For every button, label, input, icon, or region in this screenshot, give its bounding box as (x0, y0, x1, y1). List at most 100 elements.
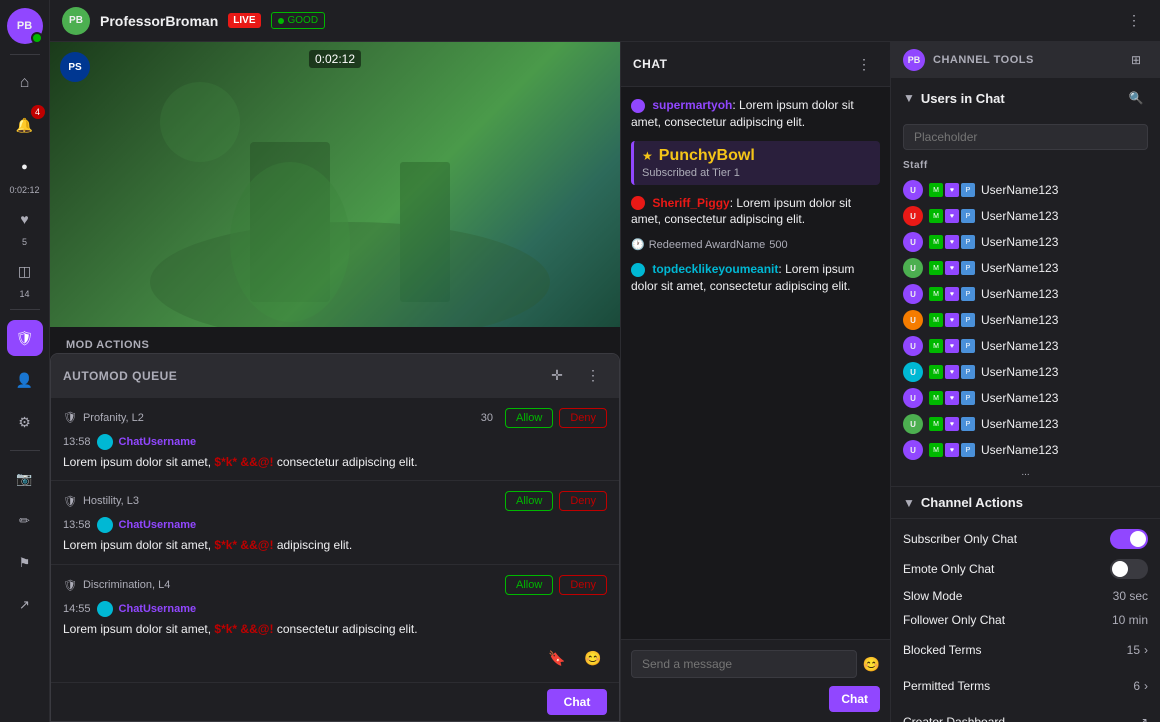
automod-item-2: 🛡 Hostility, L3 Allow Deny 13:58 Chat (51, 481, 619, 565)
prime-badge-9: P (961, 417, 975, 431)
users-collapse-icon[interactable]: ▼ (903, 91, 915, 105)
sub-username[interactable]: PunchyBowl (659, 147, 755, 165)
users-search-icon[interactable]: 🔍 (1124, 86, 1148, 110)
home-icon[interactable]: ⌂ (7, 65, 43, 101)
user-list-item[interactable]: U M ♥ P UserName123 (891, 229, 1160, 255)
user-list-item[interactable]: U M ♥ P UserName123 (891, 411, 1160, 437)
automod-avatar-3 (97, 601, 113, 617)
following-icon[interactable]: ♥ (7, 201, 43, 237)
allow-btn-2[interactable]: Allow (505, 491, 553, 511)
automod-user-2[interactable]: ChatUsername (119, 519, 197, 531)
user-list-item[interactable]: U M ♥ P UserName123 (891, 177, 1160, 203)
chat-messages: supermartyoh: Lorem ipsum dolor sit amet… (621, 87, 890, 639)
bell-icon[interactable]: 🔔 4 (7, 107, 43, 143)
user-list-item[interactable]: U M ♥ P UserName123 (891, 255, 1160, 281)
toggle-0[interactable] (1110, 529, 1148, 549)
camera-icon[interactable]: 📷 (7, 461, 43, 497)
notif-badge: 4 (31, 105, 45, 119)
quality-badge: GOOD (271, 12, 326, 29)
prime-badge-1: P (961, 209, 975, 223)
automod-header: AUTOMOD QUEUE ✛ ⋮ (51, 354, 619, 398)
toggle-1[interactable] (1110, 559, 1148, 579)
user-badges-0: M ♥ P (929, 183, 975, 197)
users-section-title: Users in Chat (921, 91, 1005, 106)
mod-badge-3: M (929, 261, 943, 275)
chat-header: CHAT ⋮ (621, 42, 890, 87)
top-bar: PB ProfessorBroman LIVE GOOD ⋮ (50, 0, 1160, 42)
shield-icon-3: 🛡 (63, 579, 77, 592)
creator-dashboard-link[interactable]: Creator Dashboard ↗ (903, 709, 1148, 722)
clips-icon[interactable]: ⚑ (7, 545, 43, 581)
mod-badge-8: M (929, 391, 943, 405)
user-name-2: UserName123 (981, 235, 1058, 249)
sub-desc: Subscribed at Tier 1 (642, 167, 872, 179)
prime-badge-6: P (961, 339, 975, 353)
sub-badge-0: ♥ (945, 183, 959, 197)
automod-more-icon[interactable]: ⋮ (579, 362, 607, 390)
allow-btn-1[interactable]: Allow (505, 408, 553, 428)
allow-btn-3[interactable]: Allow (505, 575, 553, 595)
chat-input[interactable] (631, 650, 857, 678)
user-badges-3: M ♥ P (929, 261, 975, 275)
automod-user-1[interactable]: ChatUsername (119, 436, 197, 448)
deny-btn-1[interactable]: Deny (559, 408, 607, 428)
automod-move-icon[interactable]: ✛ (543, 362, 571, 390)
chat-username-1[interactable]: supermartyoh (652, 98, 732, 112)
toggle-label-0: Subscriber Only Chat (903, 532, 1017, 546)
automod-item-3-header: 🛡 Discrimination, L4 Allow Deny (63, 575, 607, 595)
user-name-1: UserName123 (981, 209, 1058, 223)
automod-user-3[interactable]: ChatUsername (119, 603, 197, 615)
game-scene (50, 42, 620, 327)
left-content: PS 0:02:12 MOD ACTIONS (50, 42, 620, 722)
prime-badge-7: P (961, 365, 975, 379)
external-link-icon: ↗ (1138, 715, 1148, 722)
chat-emoji-icon[interactable]: 😊 (863, 656, 880, 673)
setting-label-3: Follower Only Chat (903, 613, 1005, 627)
activity-icon[interactable]: ◫ (7, 253, 43, 289)
chat-btn[interactable]: Chat (829, 686, 880, 712)
chat-message-5: topdecklikeyoumeanit: Lorem ipsum dolor … (631, 261, 880, 295)
automod-count-1: 30 (481, 412, 493, 424)
left-sidebar: PB ⌂ 🔔 4 ● 0:02:12 ♥ 5 ◫ 14 🛡 👤 ⚙ 📷 ✏ ⚑ … (0, 0, 50, 722)
more-options-icon[interactable]: ⋮ (1120, 7, 1148, 35)
user-list-item[interactable]: U M ♥ P UserName123 (891, 359, 1160, 385)
user-list-item[interactable]: U M ♥ P UserName123 (891, 333, 1160, 359)
right-panel: PB CHANNEL TOOLS ⊞ ▼ Users in Chat 🔍 Sta… (890, 42, 1160, 722)
users-search-input[interactable] (903, 124, 1148, 150)
deny-btn-3[interactable]: Deny (559, 575, 607, 595)
gear-icon[interactable]: ⚙ (7, 404, 43, 440)
user-avatar[interactable]: PB (7, 8, 43, 44)
user-name-8: UserName123 (981, 391, 1058, 405)
automod-queue-panel: AUTOMOD QUEUE ✛ ⋮ 🛡 Profanity, L2 (50, 353, 620, 722)
user-list-item[interactable]: U M ♥ P UserName123 (891, 385, 1160, 411)
channel-actions-collapse-icon[interactable]: ▼ (903, 496, 915, 510)
users-list: U M ♥ P UserName123 U M ♥ P UserName123 … (891, 173, 1160, 486)
user-list-item[interactable]: U M ♥ P UserName123 (891, 281, 1160, 307)
user-list-item[interactable]: U M ♥ P UserName123 (891, 203, 1160, 229)
user-avatar-1: U (903, 206, 923, 226)
channel-actions-section: ▼ Channel Actions Subscriber Only Chat E… (891, 487, 1160, 722)
link-row-0[interactable]: Blocked Terms 15 › (903, 637, 1148, 663)
chat-more-icon[interactable]: ⋮ (850, 50, 878, 78)
channel-tools-title: CHANNEL TOOLS (933, 54, 1034, 66)
streamer-name[interactable]: ProfessorBroman (100, 13, 218, 29)
user-avatar-2: U (903, 232, 923, 252)
pencil-icon[interactable]: ✏ (7, 503, 43, 539)
deny-btn-2[interactable]: Deny (559, 491, 607, 511)
link-row-1[interactable]: Permitted Terms 6 › (903, 673, 1148, 699)
user-list-item[interactable]: U M ♥ P UserName123 (891, 307, 1160, 333)
mod-badge-1: M (929, 209, 943, 223)
logout-icon[interactable]: ↗ (7, 587, 43, 623)
prime-badge-8: P (961, 391, 975, 405)
friends-icon[interactable]: 👤 (7, 362, 43, 398)
automod-heart-icon[interactable]: 🔖 (543, 644, 571, 672)
chat-username-5[interactable]: topdecklikeyoumeanit (652, 262, 778, 276)
user-list-item[interactable]: U M ♥ P UserName123 (891, 437, 1160, 463)
mod-icon[interactable]: 🛡 (7, 320, 43, 356)
clock-icon: 🕐 (631, 238, 645, 251)
automod-smiley-icon[interactable]: 😊 (579, 644, 607, 672)
chat-username-3[interactable]: Sheriff_Piggy (652, 196, 729, 210)
chat-send-btn[interactable]: Chat (547, 689, 607, 715)
channel-tools-expand-icon[interactable]: ⊞ (1124, 48, 1148, 72)
content-row: PS 0:02:12 MOD ACTIONS (50, 42, 1160, 722)
